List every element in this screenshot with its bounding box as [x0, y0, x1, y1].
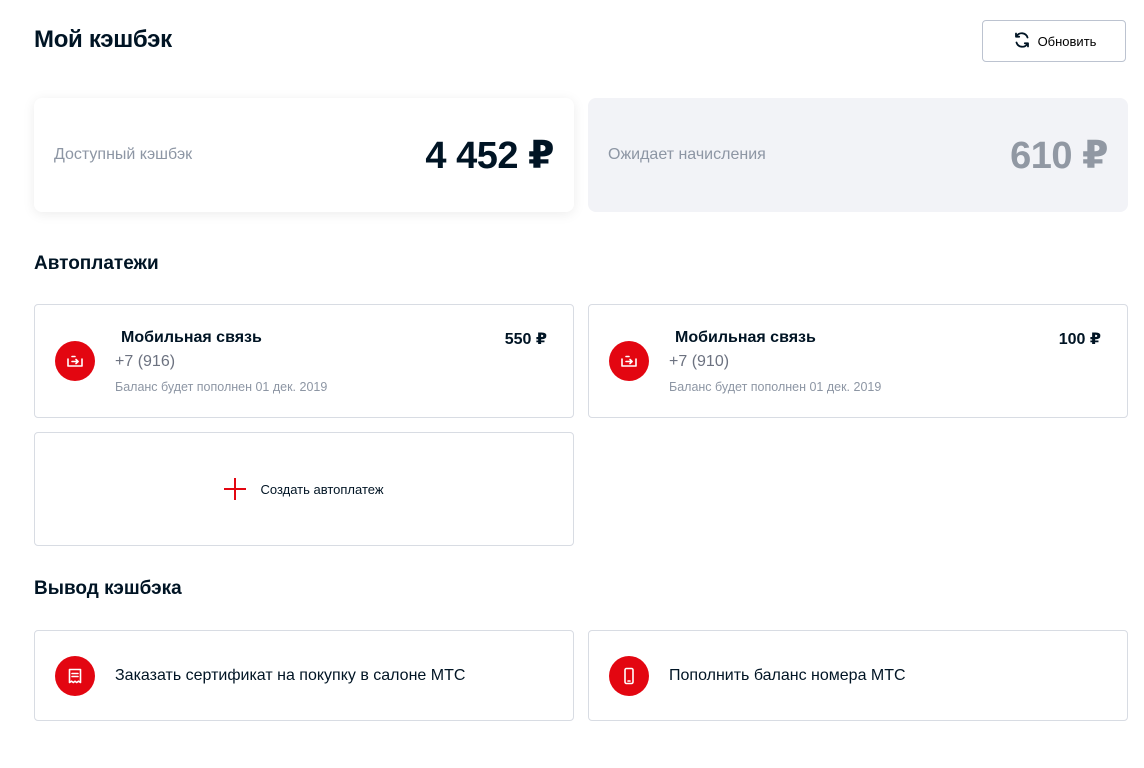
autopay-icon: [609, 341, 649, 381]
autopay-phone: +7 (916): [115, 353, 176, 370]
autopay-date: Баланс будет пополнен 01 дек. 2019: [669, 380, 882, 394]
available-cashback-card: Доступный кэшбэк 4 452 ₽: [34, 98, 574, 212]
autopay-date: Баланс будет пополнен 01 дек. 2019: [115, 380, 328, 394]
pending-cashback-label: Ожидает начисления: [608, 146, 766, 163]
available-cashback-amount: 4 452 ₽: [425, 134, 554, 177]
autopay-phone: +7 (910): [669, 353, 730, 370]
autopay-service: Мобильная связь: [121, 329, 262, 346]
create-autopay-label: Создать автоплатеж: [260, 481, 384, 497]
plus-icon: [224, 478, 247, 500]
refresh-button-label: Обновить: [1037, 33, 1097, 49]
autopay-icon: [55, 341, 95, 381]
withdraw-section-title: Вывод кэшбэка: [34, 578, 182, 599]
pending-cashback-card: Ожидает начисления 610 ₽: [588, 98, 1128, 212]
topup-phone-button[interactable]: Пополнить баланс номера МТС: [588, 630, 1128, 721]
create-autopay-button[interactable]: Создать автоплатеж: [34, 432, 574, 546]
order-certificate-button[interactable]: Заказать сертификат на покупку в салоне …: [34, 630, 574, 721]
autopay-card[interactable]: Мобильная связь 100 ₽ +7 (910) Баланс бу…: [588, 304, 1128, 418]
refresh-icon: [1012, 30, 1032, 53]
autopay-card[interactable]: Мобильная связь 550 ₽ +7 (916) Баланс бу…: [34, 304, 574, 418]
topup-phone-label: Пополнить баланс номера МТС: [669, 667, 906, 684]
autopay-service: Мобильная связь: [675, 329, 816, 346]
autopay-amount: 100 ₽: [1058, 331, 1101, 348]
available-cashback-label: Доступный кэшбэк: [54, 146, 193, 163]
pending-cashback-amount: 610 ₽: [1010, 134, 1108, 177]
refresh-button[interactable]: Обновить: [982, 20, 1126, 62]
autopay-amount: 550 ₽: [504, 331, 547, 348]
phone-icon: [609, 656, 649, 696]
autopay-section-title: Автоплатежи: [34, 253, 159, 274]
order-certificate-label: Заказать сертификат на покупку в салоне …: [115, 667, 466, 684]
page-title: Мой кэшбэк: [34, 26, 172, 53]
certificate-icon: [55, 656, 95, 696]
